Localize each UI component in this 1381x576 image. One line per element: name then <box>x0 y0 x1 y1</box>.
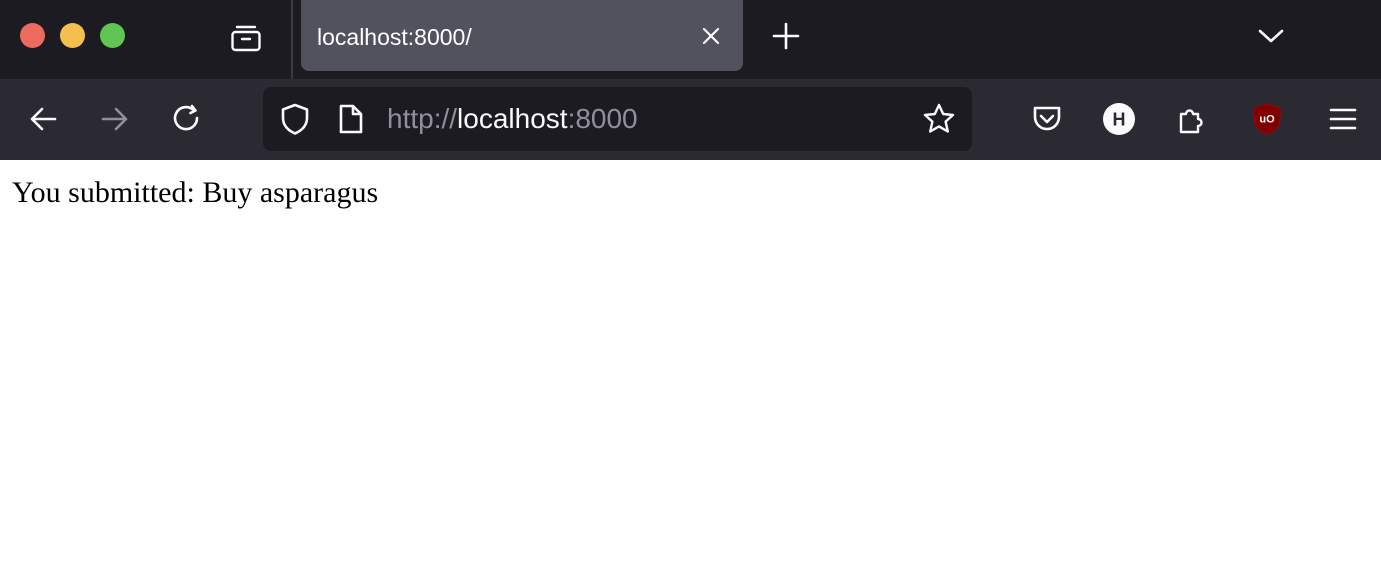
page-icon <box>339 104 363 134</box>
pocket-icon <box>1033 106 1061 131</box>
reload-icon <box>173 104 199 131</box>
page-info-button[interactable] <box>333 101 369 137</box>
h-extension-button[interactable]: H <box>1097 97 1141 141</box>
puzzle-icon <box>1179 109 1203 134</box>
page-content: You submitted: Buy asparagus <box>0 160 1381 576</box>
ublock-icon: uO <box>1253 103 1281 136</box>
ublock-button[interactable]: uO <box>1245 97 1289 141</box>
url-port: :8000 <box>567 103 638 134</box>
tracking-protection-button[interactable] <box>277 101 313 137</box>
window-minimize-button[interactable] <box>60 23 85 48</box>
tab-list-icon <box>231 25 261 52</box>
url-bar[interactable]: http://localhost:8000 <box>263 87 972 151</box>
plus-icon <box>772 22 800 50</box>
tab-divider <box>291 0 293 79</box>
tab-title: localhost:8000/ <box>317 24 472 50</box>
bookmark-button[interactable] <box>921 101 957 137</box>
url-scheme: http:// <box>387 103 458 134</box>
new-tab-button[interactable] <box>764 14 808 58</box>
tab-strip: localhost:8000/ <box>0 0 1381 79</box>
navigation-toolbar: http://localhost:8000 H uO <box>0 79 1381 160</box>
url-host: localhost <box>457 103 568 134</box>
arrow-left-icon <box>30 107 57 131</box>
back-button[interactable] <box>21 97 65 141</box>
forward-button[interactable] <box>93 97 137 141</box>
list-all-tabs-button[interactable] <box>1249 14 1293 58</box>
extensions-button[interactable] <box>1170 97 1214 141</box>
tab-close-button[interactable] <box>693 18 729 54</box>
svg-text:uO: uO <box>1259 114 1275 126</box>
arrow-right-icon <box>101 107 128 131</box>
window-zoom-button[interactable] <box>100 23 125 48</box>
reload-button[interactable] <box>165 97 209 141</box>
tab-active[interactable]: localhost:8000/ <box>301 0 743 71</box>
pocket-button[interactable] <box>1025 97 1069 141</box>
hamburger-menu-icon <box>1329 108 1357 130</box>
tab-list-button[interactable] <box>224 16 268 60</box>
star-icon <box>923 103 955 133</box>
submitted-message: You submitted: Buy asparagus <box>12 176 379 209</box>
close-icon <box>702 27 720 45</box>
window-close-button[interactable] <box>20 23 45 48</box>
app-menu-button[interactable] <box>1321 97 1365 141</box>
svg-text:H: H <box>1113 110 1126 130</box>
h-extension-icon: H <box>1103 103 1135 135</box>
chevron-down-icon <box>1258 29 1284 43</box>
url-text[interactable]: http://localhost:8000 <box>387 103 638 135</box>
shield-icon <box>281 103 309 135</box>
